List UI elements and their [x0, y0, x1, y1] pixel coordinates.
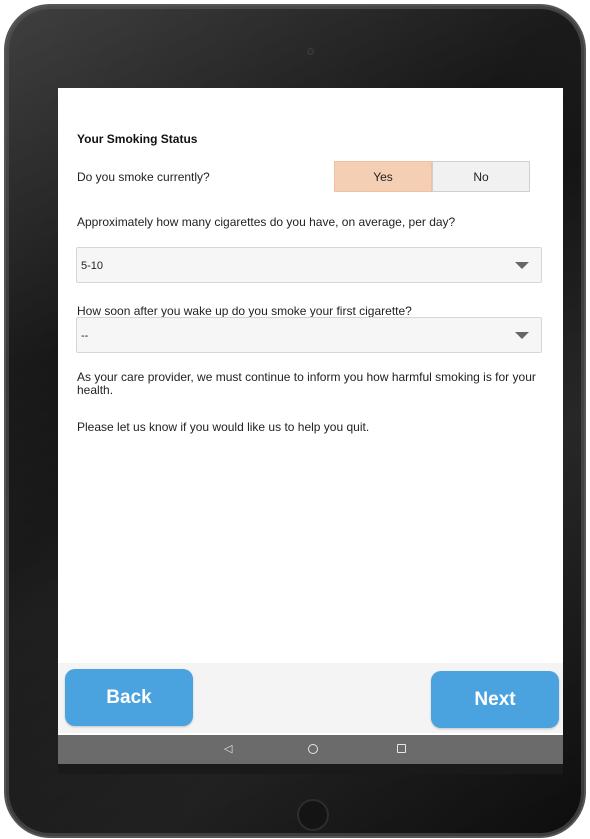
- square-icon[interactable]: [397, 744, 406, 753]
- chevron-down-icon: [515, 332, 529, 339]
- cigarettes-per-day-label: Approximately how many cigarettes do you…: [77, 215, 456, 229]
- first-cigarette-value: --: [81, 330, 89, 342]
- no-button[interactable]: No: [432, 161, 530, 192]
- page-title: Your Smoking Status: [77, 132, 198, 146]
- home-button[interactable]: [297, 799, 329, 831]
- back-button[interactable]: Back: [65, 669, 193, 726]
- cigarettes-per-day-select[interactable]: 5-10: [76, 247, 542, 283]
- first-cigarette-select[interactable]: --: [76, 317, 542, 353]
- next-button[interactable]: Next: [431, 671, 559, 728]
- cigarettes-per-day-value: 5-10: [81, 260, 104, 272]
- front-camera: [308, 49, 313, 54]
- tablet-frame: Your Smoking Status Do you smoke current…: [6, 6, 584, 836]
- chevron-down-icon: [515, 262, 529, 269]
- harm-info-text: As your care provider, we must continue …: [77, 370, 536, 397]
- yes-button[interactable]: Yes: [334, 161, 432, 192]
- screen: Your Smoking Status Do you smoke current…: [58, 88, 563, 774]
- back-triangle-icon[interactable]: ◁: [224, 743, 232, 755]
- system-navigation-bar: ◁: [58, 735, 563, 764]
- smoke-currently-toggle: Yes No: [334, 161, 530, 192]
- questionnaire-card: Your Smoking Status Do you smoke current…: [62, 100, 559, 665]
- help-quit-text: Please let us know if you would like us …: [77, 420, 370, 434]
- screen-bottom-edge: [58, 764, 563, 774]
- first-cigarette-label: How soon after you wake up do you smoke …: [77, 304, 412, 318]
- smoke-currently-label: Do you smoke currently?: [77, 170, 210, 184]
- circle-icon[interactable]: [308, 744, 318, 754]
